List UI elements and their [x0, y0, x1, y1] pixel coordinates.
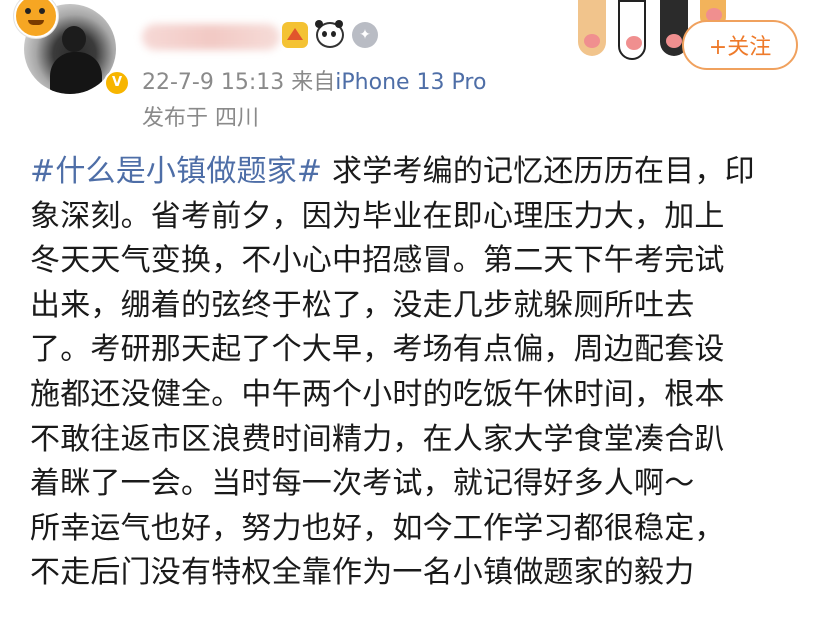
content-line: 象深刻。省考前夕，因为毕业在即心理压力大，加上 [30, 198, 725, 234]
post-content: #什么是小镇做题家# 求学考编的记忆还历历在目，印 象深刻。省考前夕，因为毕业在… [30, 150, 810, 596]
user-badges: ✦ [282, 20, 378, 48]
follow-button[interactable]: +关注 [682, 20, 798, 70]
medal-badge-icon[interactable]: ✦ [352, 22, 378, 48]
post-device[interactable]: iPhone 13 Pro [335, 70, 486, 95]
content-line: 着眯了一会。当时每一次考试，就记得好多人啊～ [30, 466, 695, 502]
content-line: 不走后门没有特权全靠作为一名小镇做题家的毅力 [30, 555, 695, 591]
verified-v-icon: V [104, 70, 130, 96]
panda-badge-icon[interactable] [315, 20, 344, 48]
post-timestamp: 22-7-9 15:13 [142, 70, 285, 95]
content-line: 了。考研那天起了个大早，考场有点偏，周边配套设 [30, 332, 725, 368]
paw-icon [618, 0, 646, 60]
avatar[interactable]: V [14, 0, 130, 96]
crown-badge-icon[interactable] [282, 22, 308, 48]
content-line: 出来，绷着的弦终于松了，没走几步就躲厕所吐去 [30, 287, 695, 323]
content-line: #什么是小镇做题家# 求学考编的记忆还历历在目，印 [30, 150, 810, 195]
content-text: 求学考编的记忆还历历在目，印 [322, 154, 755, 189]
post-location: 发布于 四川 [142, 106, 259, 131]
paw-icon [578, 0, 606, 56]
username-blurred[interactable] [142, 24, 280, 50]
post-meta: 22-7-9 15:13 来自iPhone 13 Pro [142, 64, 486, 96]
content-line: 不敢往返市区浪费时间精力，在人家大学食堂凑合趴 [30, 421, 725, 457]
content-line: 冬天天气变换，不小心中招感冒。第二天下午考完试 [30, 243, 725, 279]
hashtag-link[interactable]: #什么是小镇做题家# [30, 154, 322, 189]
content-line: 所幸运气也好，努力也好，如今工作学习都很稳定， [30, 510, 725, 546]
source-prefix: 来自 [291, 70, 336, 95]
content-line: 施都还没健全。中午两个小时的吃饭午休时间，根本 [30, 376, 725, 412]
